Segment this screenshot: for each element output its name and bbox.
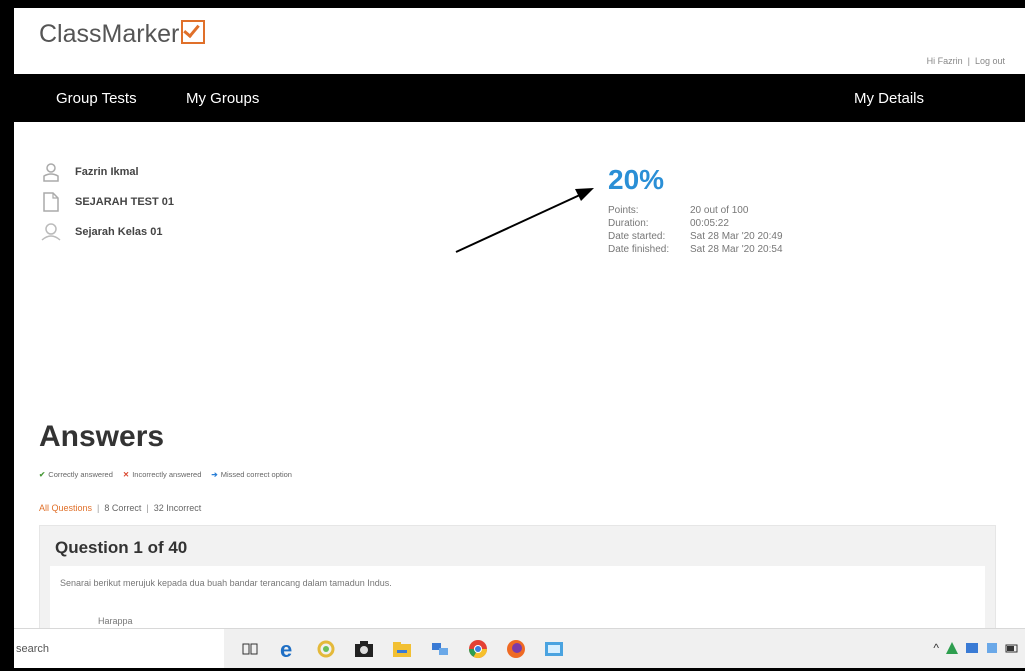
legend-correct: ✔ Correctly answered: [39, 470, 113, 479]
battery-icon[interactable]: [1005, 641, 1019, 655]
duration-label: Duration:: [608, 218, 649, 229]
filter-incorrect[interactable]: 32 Incorrect: [154, 503, 202, 513]
filter-all-questions[interactable]: All Questions: [39, 503, 92, 513]
arrow-right-icon: ➔: [211, 470, 218, 479]
legend-missed-label: Missed correct option: [220, 470, 292, 479]
score-details: Points: 20 out of 100 Duration: 00:05:22 D…: [608, 204, 783, 256]
svg-text:e: e: [280, 638, 292, 660]
started-label: Date started:: [608, 231, 666, 242]
security-icon[interactable]: [985, 641, 999, 655]
photos-icon[interactable]: [315, 638, 337, 660]
question-body: Senarai berikut merujuk kepada dua buah …: [50, 566, 985, 636]
taskbar-apps: e: [239, 638, 565, 660]
search-text: search: [16, 643, 50, 655]
separator: |: [97, 503, 100, 513]
legend-incorrect-label: Incorrectly answered: [132, 470, 202, 479]
points-value: 20 out of 100: [690, 205, 749, 216]
task-view-icon[interactable]: [239, 638, 261, 660]
check-icon: ✔: [39, 470, 46, 479]
answer-filters: All Questions | 8 Correct | 32 Incorrect: [39, 503, 201, 513]
edge-icon[interactable]: e: [277, 638, 299, 660]
points-label: Points:: [608, 205, 639, 216]
camera-icon[interactable]: [353, 638, 375, 660]
drive-icon[interactable]: [945, 641, 959, 655]
score-percentage: 20%: [608, 164, 665, 195]
browser-page: ClassMarker Hi Fazrin | Log out Group Test…: [14, 8, 1025, 668]
finished-value: Sat 28 Mar '20 20:54: [690, 244, 783, 255]
app-icon[interactable]: [543, 638, 565, 660]
question-option: Harappa: [98, 616, 133, 626]
tray-caret-icon[interactable]: ^: [933, 641, 939, 655]
question-text: Senarai berikut merujuk kepada dua buah …: [60, 578, 392, 588]
legend-missed: ➔ Missed correct option: [211, 470, 292, 479]
files-icon[interactable]: [391, 638, 413, 660]
windows-taskbar: search e ^: [14, 628, 1025, 668]
firefox-icon[interactable]: [505, 638, 527, 660]
score-panel: 20% Points: 20 out of 100 Duration: 00:05:…: [608, 164, 783, 256]
taskbar-search[interactable]: search: [14, 629, 224, 668]
cross-icon: ✕: [122, 470, 130, 479]
answers-heading: Answers: [39, 420, 165, 453]
question-card: Question 1 of 40 Senarai berikut merujuk…: [39, 525, 996, 637]
finished-label: Date finished:: [608, 244, 670, 255]
chrome-icon[interactable]: [467, 638, 489, 660]
duration-value: 00:05:22: [690, 218, 729, 229]
separator: |: [146, 503, 149, 513]
network-icon[interactable]: [429, 638, 451, 660]
network-tray-icon[interactable]: [965, 641, 979, 655]
question-title: Question 1 of 40: [55, 538, 188, 557]
system-tray: ^: [933, 641, 1019, 655]
started-value: Sat 28 Mar '20 20:49: [690, 231, 783, 242]
legend-correct-label: Correctly answered: [48, 470, 113, 479]
legend-incorrect: ✕ Incorrectly answered: [123, 470, 202, 479]
answers-legend: ✔ Correctly answered ✕ Incorrectly answere…: [39, 470, 292, 479]
filter-correct[interactable]: 8 Correct: [104, 503, 141, 513]
